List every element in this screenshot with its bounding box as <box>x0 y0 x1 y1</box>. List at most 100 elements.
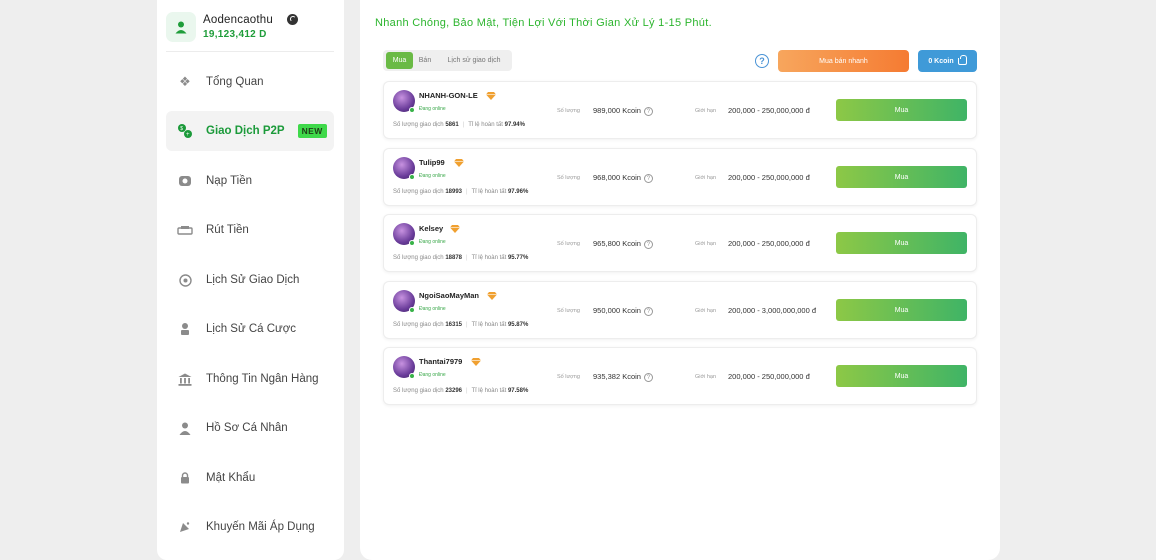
trades-count: 23296 <box>445 388 463 394</box>
limit-label: Giới hạn <box>695 374 717 380</box>
tab-history[interactable]: Lịch sử giao dịch <box>439 52 509 69</box>
stats-divider: | <box>466 322 468 328</box>
quantity-label: Số lượng <box>557 374 580 380</box>
sidebar-item-p2p[interactable]: $ + Giao Dịch P2P NEW <box>166 111 334 151</box>
sidebar-item-bet-history[interactable]: Lịch Sử Cá Cược <box>166 309 334 349</box>
seller-name[interactable]: Tulip99 <box>419 158 445 167</box>
limit-value: 200,000 - 250,000,000 đ <box>728 239 810 248</box>
completion-rate: 97.96% <box>507 189 529 195</box>
sidebar-item-label: Lịch Sử Giao Dịch <box>206 274 300 286</box>
tab-sell[interactable]: Bán <box>414 52 436 69</box>
online-status: Đang online <box>419 239 446 245</box>
quantity-label: Số lượng <box>557 175 580 181</box>
diamond-icon <box>450 225 460 233</box>
trade-tabs: Mua Bán Lịch sử giao dịch <box>383 50 512 71</box>
seller-name[interactable]: Thantai7979 <box>419 357 462 366</box>
sidebar-item-transaction-history[interactable]: Lịch Sử Giao Dịch <box>166 260 334 300</box>
username: Aodencaothu <box>203 14 273 26</box>
completion-label: Tỉ lệ hoàn tất <box>468 122 503 128</box>
quantity-label: Số lượng <box>557 241 580 247</box>
quantity-value: 989,000 Kcoin? <box>593 106 653 116</box>
info-icon[interactable]: ? <box>643 239 653 249</box>
withdraw-icon <box>176 221 194 239</box>
completion-label: Tỉ lệ hoàn tất <box>471 255 507 261</box>
buy-button[interactable]: Mua <box>836 365 967 387</box>
sidebar-item-label: Tổng Quan <box>206 76 264 88</box>
limit-label: Giới hạn <box>695 108 717 114</box>
offer-card: NHANH-GON-LE Đang online Số lượng giao dịc… <box>383 81 977 139</box>
quantity-amount: 968,000 Kcoin <box>593 173 641 182</box>
quick-trade-button[interactable]: Mua bán nhanh <box>778 50 909 72</box>
trades-count: 16315 <box>445 322 463 328</box>
online-status: Đang online <box>419 106 446 112</box>
dashboard-icon: ❖ <box>179 74 191 89</box>
kcoin-wallet-button[interactable]: 0 Kcoin <box>918 50 977 72</box>
info-icon[interactable]: ? <box>643 372 653 382</box>
buy-button[interactable]: Mua <box>836 166 967 188</box>
info-icon[interactable]: ? <box>643 106 653 116</box>
balance: 19,123,412 D <box>203 29 267 40</box>
tab-buy[interactable]: Mua <box>386 52 413 69</box>
online-status-icon <box>409 307 415 313</box>
buy-button[interactable]: Mua <box>836 232 967 254</box>
sidebar-item-bank-info[interactable]: Thông Tin Ngân Hàng <box>166 359 334 399</box>
completion-rate: 95.87% <box>507 322 529 328</box>
limit-label: Giới hạn <box>695 308 717 314</box>
user-avatar[interactable] <box>166 12 196 42</box>
svg-text:$: $ <box>180 126 183 132</box>
trades-label: Số lượng giao dịch <box>393 255 444 261</box>
trades-label: Số lượng giao dịch <box>393 322 444 328</box>
sidebar-item-label: Mật Khẩu <box>206 472 256 484</box>
info-icon[interactable]: ? <box>643 173 653 183</box>
buy-button[interactable]: Mua <box>836 99 967 121</box>
diamond-icon <box>486 92 496 100</box>
info-icon[interactable]: ? <box>643 306 653 316</box>
deposit-icon <box>176 172 194 190</box>
quantity-value: 935,382 Kcoin? <box>593 372 653 382</box>
buy-button[interactable]: Mua <box>836 299 967 321</box>
diamond-icon <box>471 358 481 366</box>
sidebar-item-label: Khuyến Mãi Áp Dụng <box>206 521 315 533</box>
sidebar-item-password[interactable]: Mật Khẩu <box>166 458 334 498</box>
sidebar-item-deposit[interactable]: Nạp Tiền <box>166 161 334 201</box>
seller-name[interactable]: Kelsey <box>419 224 443 233</box>
trades-count: 18993 <box>445 189 463 195</box>
lock-icon <box>176 469 194 487</box>
diamond-icon <box>454 159 464 167</box>
online-status-icon <box>409 107 415 113</box>
stats-divider: | <box>466 189 468 195</box>
sidebar-item-withdraw[interactable]: Rút Tiền <box>166 210 334 250</box>
stats-divider: | <box>466 388 468 394</box>
sidebar-item-label: Lịch Sử Cá Cược <box>206 323 297 335</box>
trades-count: 5861 <box>445 122 459 128</box>
offer-card: Kelsey Đang online Số lượng giao dịch 1887… <box>383 214 977 272</box>
completion-label: Tỉ lệ hoàn tất <box>471 322 507 328</box>
p2p-panel: Nhanh Chóng, Bảo Mật, Tiện Lợi Với Thời … <box>360 0 1000 560</box>
new-badge: NEW <box>297 124 327 138</box>
completion-label: Tỉ lệ hoàn tất <box>471 388 507 394</box>
trades-label: Số lượng giao dịch <box>393 189 444 195</box>
offer-card: NgoiSaoMayMan Đang online Số lượng giao dị… <box>383 281 977 339</box>
limit-value: 200,000 - 3,000,000,000 đ <box>728 306 816 315</box>
online-status-icon <box>409 373 415 379</box>
completion-rate: 97.58% <box>507 388 529 394</box>
help-icon[interactable]: ? <box>755 54 769 68</box>
limit-value: 200,000 - 250,000,000 đ <box>728 173 810 182</box>
sidebar-item-profile[interactable]: Hồ Sơ Cá Nhân <box>166 408 334 448</box>
trades-label: Số lượng giao dịch <box>393 388 444 394</box>
limit-value: 200,000 - 250,000,000 đ <box>728 372 810 381</box>
promo-icon <box>176 518 194 536</box>
trades-count: 18878 <box>445 255 463 261</box>
seller-name[interactable]: NHANH-GON-LE <box>419 91 478 100</box>
svg-text:+: + <box>186 132 190 138</box>
sidebar: Aodencaothu 19,123,412 D ❖ Tổng Quan $ + … <box>157 0 344 560</box>
account-status-icon <box>287 14 298 25</box>
completion-rate: 95.77% <box>507 255 529 261</box>
seller-name[interactable]: NgoiSaoMayMan <box>419 291 479 300</box>
seller-stats: Số lượng giao dịch 23296 | Tỉ lệ hoàn tất … <box>393 388 528 394</box>
bank-icon <box>176 370 194 388</box>
sidebar-item-label: Rút Tiền <box>206 224 249 236</box>
sidebar-item-promotions[interactable]: Khuyến Mãi Áp Dụng <box>166 507 334 547</box>
kcoin-balance: 0 Kcoin <box>928 57 954 65</box>
sidebar-item-overview[interactable]: ❖ Tổng Quan <box>166 62 334 102</box>
